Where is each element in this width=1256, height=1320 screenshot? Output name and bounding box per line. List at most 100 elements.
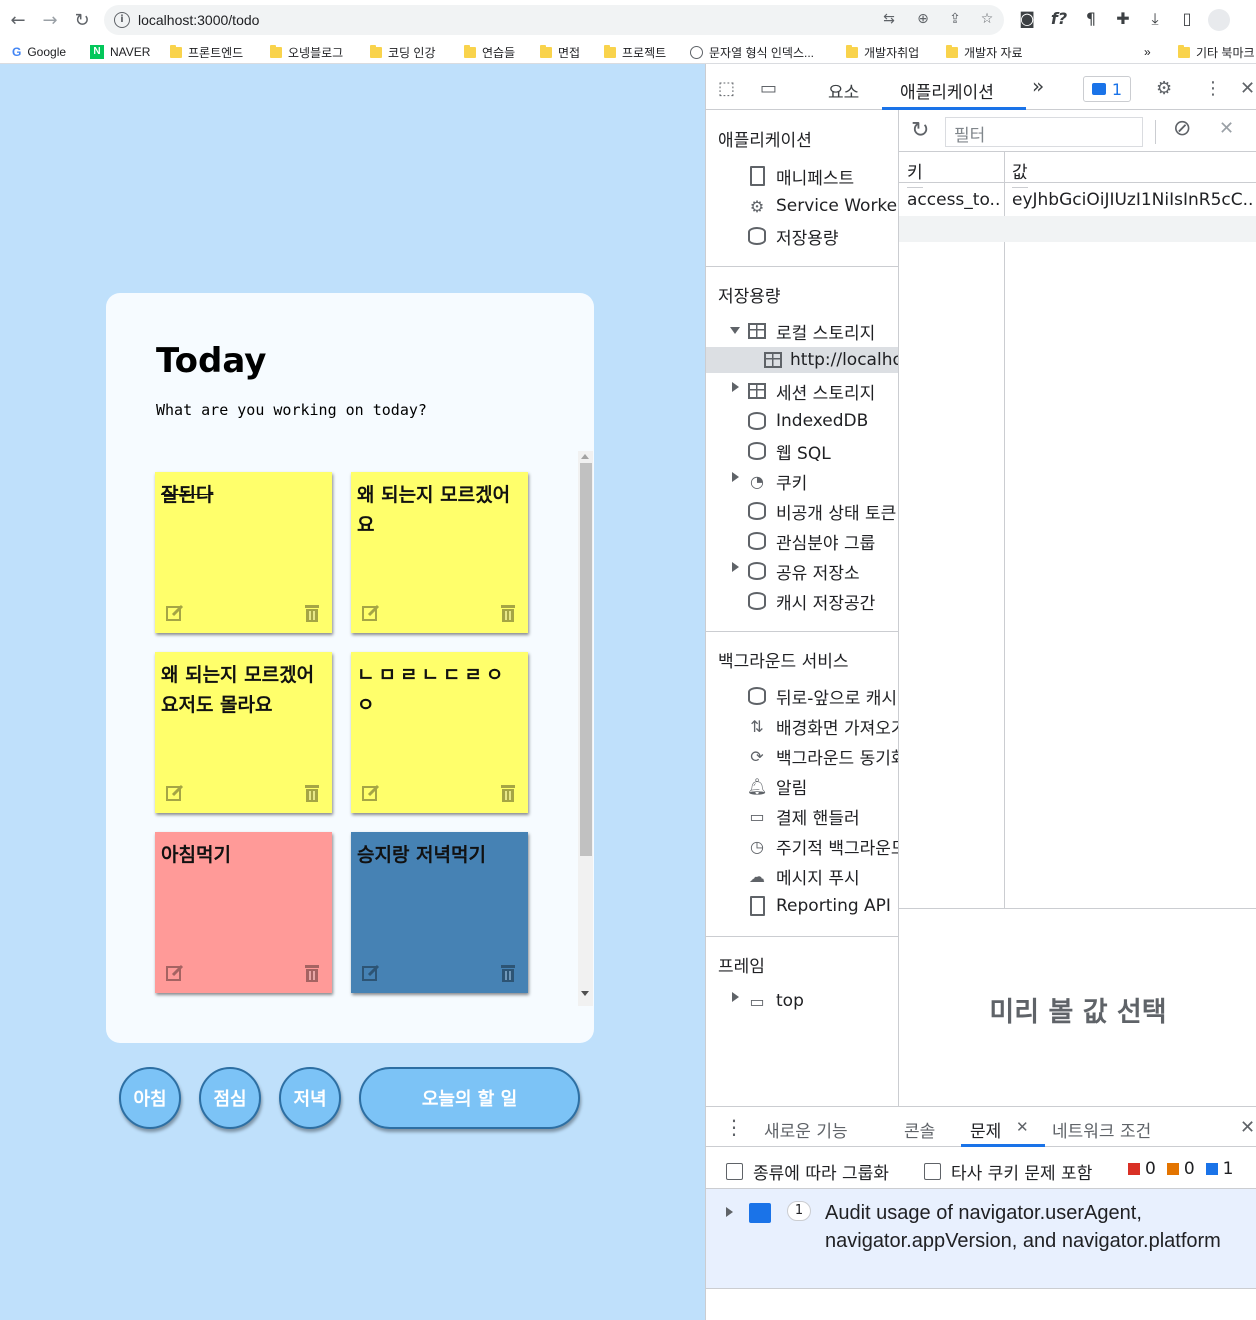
notes-grid[interactable]: 잘된다 왜 되는지 모르겠어요 왜 되는지 모르겠어요저도 몰라요 ㄴㅁㄹㄴㄷㄹ… (150, 451, 593, 1006)
sidebar-item-service-workers[interactable]: ⚙Service Workers (746, 193, 898, 219)
camera-icon[interactable]: ◙ (1016, 9, 1038, 31)
note-text[interactable]: 왜 되는지 모르겠어요저도 몰라요 (161, 660, 324, 720)
sidebar-item-background-sync[interactable]: ⟳ 백그라운드 동기화 (746, 743, 898, 769)
inspect-element-icon[interactable]: ⬚ (718, 78, 735, 99)
sidebar-item-payment-handler[interactable]: ▭ 결제 핸들러 (746, 803, 859, 829)
edit-icon[interactable] (361, 603, 381, 623)
bookmark-folder[interactable]: 오넹블로그 (270, 43, 343, 61)
bookmark-link[interactable]: 문자열 형식 인덱스... (690, 43, 814, 61)
sticky-note[interactable]: 왜 되는지 모르겠어요저도 몰라요 (155, 652, 332, 813)
refresh-icon[interactable]: ↻ (911, 118, 929, 143)
notes-scrollbar[interactable] (578, 451, 593, 1006)
reload-icon[interactable]: ↻ (70, 8, 94, 32)
edit-icon[interactable] (361, 783, 381, 803)
scrollbar-thumb[interactable] (580, 463, 592, 856)
table-cell-value[interactable]: eyJhbGciOiJIUzI1NiIsInR5cC... (1012, 190, 1252, 210)
bookmark-folder[interactable]: 연습들 (464, 43, 515, 61)
download-icon[interactable]: ⤓ (1144, 9, 1166, 31)
collapse-arrow-icon[interactable] (732, 472, 739, 482)
today-todo-button[interactable]: 오늘의 할 일 (359, 1067, 580, 1129)
share-icon[interactable]: ⇪ (946, 11, 964, 29)
drawer-menu-icon[interactable]: ⋮ (724, 1115, 744, 1139)
site-info-icon[interactable]: i (114, 12, 130, 28)
morning-button[interactable]: 아침 (119, 1067, 181, 1129)
trash-icon[interactable] (302, 783, 322, 803)
extensions-icon[interactable]: ✚ (1112, 9, 1134, 31)
column-header-value[interactable]: 값 (1012, 158, 1028, 188)
issues-badge[interactable]: 1 (1083, 76, 1131, 102)
dinner-button[interactable]: 저녁 (279, 1067, 341, 1129)
sidebar-item-frame-top[interactable]: ▭ top (746, 988, 803, 1014)
more-tabs-icon[interactable]: » (1032, 74, 1044, 98)
forward-icon[interactable]: → (38, 8, 62, 32)
tab-elements[interactable]: 요소 (828, 78, 859, 103)
delete-selected-icon[interactable]: ✕ (1219, 118, 1234, 139)
bookmark-folder[interactable]: 프론트엔드 (170, 43, 243, 61)
close-tab-icon[interactable]: ✕ (1016, 1118, 1029, 1136)
table-row-empty[interactable] (899, 216, 1256, 242)
expand-arrow-icon[interactable] (726, 1207, 733, 1217)
note-text[interactable]: 승지랑 저녁먹기 (357, 840, 520, 870)
note-text[interactable]: 잘된다 (161, 480, 324, 510)
sidebar-item-push-messaging[interactable]: ☁ 메시지 푸시 (746, 863, 860, 889)
bookmarks-overflow[interactable]: » (1144, 43, 1151, 61)
sidebar-item-periodic-sync[interactable]: ◷주기적 백그라운드 동기화 (746, 833, 898, 859)
clear-all-icon[interactable]: ⊘ (1173, 116, 1191, 141)
sidebar-item-indexeddb[interactable]: IndexedDB (746, 408, 868, 434)
sidebar-item-shared-storage[interactable]: 공유 저장소 (746, 558, 860, 584)
note-text[interactable]: ㄴㅁㄹㄴㄷㄹㅇㅇ (357, 660, 520, 720)
url-text[interactable]: localhost:3000/todo (138, 12, 259, 28)
bookmark-google[interactable]: G Google (12, 43, 66, 61)
tab-application[interactable]: 애플리케이션 (900, 78, 994, 103)
tab-console[interactable]: 콘솔 (904, 1117, 935, 1142)
checkbox-box[interactable] (726, 1163, 743, 1180)
note-text[interactable]: 왜 되는지 모르겠어요 (357, 480, 520, 540)
side-panel-icon[interactable]: ▯ (1176, 9, 1198, 31)
scroll-up-arrow[interactable] (581, 454, 589, 459)
sidebar-item-cache-storage[interactable]: 캐시 저장공간 (746, 588, 875, 614)
note-text[interactable]: 아침먹기 (161, 840, 324, 870)
trash-icon[interactable] (498, 603, 518, 623)
font-ext-icon[interactable]: f? (1048, 9, 1070, 31)
sidebar-item-storage[interactable]: 저장용량 (746, 223, 839, 249)
pilcrow-ext-icon[interactable]: ¶ (1080, 9, 1102, 31)
edit-icon[interactable] (165, 783, 185, 803)
expand-arrow-icon[interactable] (730, 327, 740, 334)
bookmark-folder[interactable]: 프로젝트 (604, 43, 666, 61)
table-cell-key[interactable]: access_to... (907, 190, 1002, 210)
sidebar-item-local-storage[interactable]: 로컬 스토리지 (746, 318, 875, 344)
bookmark-star-icon[interactable]: ☆ (978, 11, 996, 29)
sidebar-item-bfcache[interactable]: 뒤로-앞으로 캐시 (746, 683, 897, 709)
sidebar-item-manifest[interactable]: 매니페스트 (746, 163, 854, 189)
sidebar-item-background-fetch[interactable]: ⇅ 배경화면 가져오기 (746, 713, 898, 739)
issue-row[interactable]: 1 Audit usage of navigator.userAgent, na… (706, 1189, 1256, 1289)
settings-gear-icon[interactable]: ⚙ (1156, 78, 1172, 99)
lunch-button[interactable]: 점심 (199, 1067, 261, 1129)
trash-icon[interactable] (498, 963, 518, 983)
back-icon[interactable]: ← (6, 8, 30, 32)
tab-whats-new[interactable]: 새로운 기능 (764, 1117, 848, 1142)
collapse-arrow-icon[interactable] (732, 562, 739, 572)
sidebar-item-websql[interactable]: 웹 SQL (746, 438, 831, 464)
collapse-arrow-icon[interactable] (732, 382, 739, 392)
bookmark-folder[interactable]: 면접 (540, 43, 580, 61)
sidebar-item-reporting-api[interactable]: Reporting API (746, 893, 891, 919)
address-bar[interactable]: i localhost:3000/todo ⇆ ⊕ ⇪ ☆ (104, 5, 1004, 35)
bookmark-other-folder[interactable]: 기타 북마크 (1178, 43, 1255, 61)
sticky-note[interactable]: 잘된다 (155, 472, 332, 633)
trash-icon[interactable] (302, 963, 322, 983)
filter-input[interactable]: 필터 (945, 117, 1143, 147)
group-by-kind-checkbox[interactable]: 종류에 따라 그룹화 (726, 1159, 889, 1184)
bookmark-folder[interactable]: 개발자취업 (846, 43, 919, 61)
column-header-key[interactable]: 키 (907, 158, 923, 188)
close-drawer-icon[interactable]: ✕ (1240, 1117, 1255, 1138)
close-devtools-icon[interactable]: ✕ (1240, 78, 1255, 99)
sticky-note[interactable]: 왜 되는지 모르겠어요 (351, 472, 528, 633)
bookmark-naver[interactable]: N NAVER (90, 43, 150, 61)
sticky-note[interactable]: ㄴㅁㄹㄴㄷㄹㅇㅇ (351, 652, 528, 813)
sidebar-item-private-state-tokens[interactable]: 비공개 상태 토큰 (746, 498, 896, 524)
bookmark-folder[interactable]: 개발자 자료 (946, 43, 1023, 61)
scroll-down-arrow[interactable] (581, 991, 589, 996)
sticky-note[interactable]: 아침먹기 (155, 832, 332, 993)
edit-icon[interactable] (361, 963, 381, 983)
